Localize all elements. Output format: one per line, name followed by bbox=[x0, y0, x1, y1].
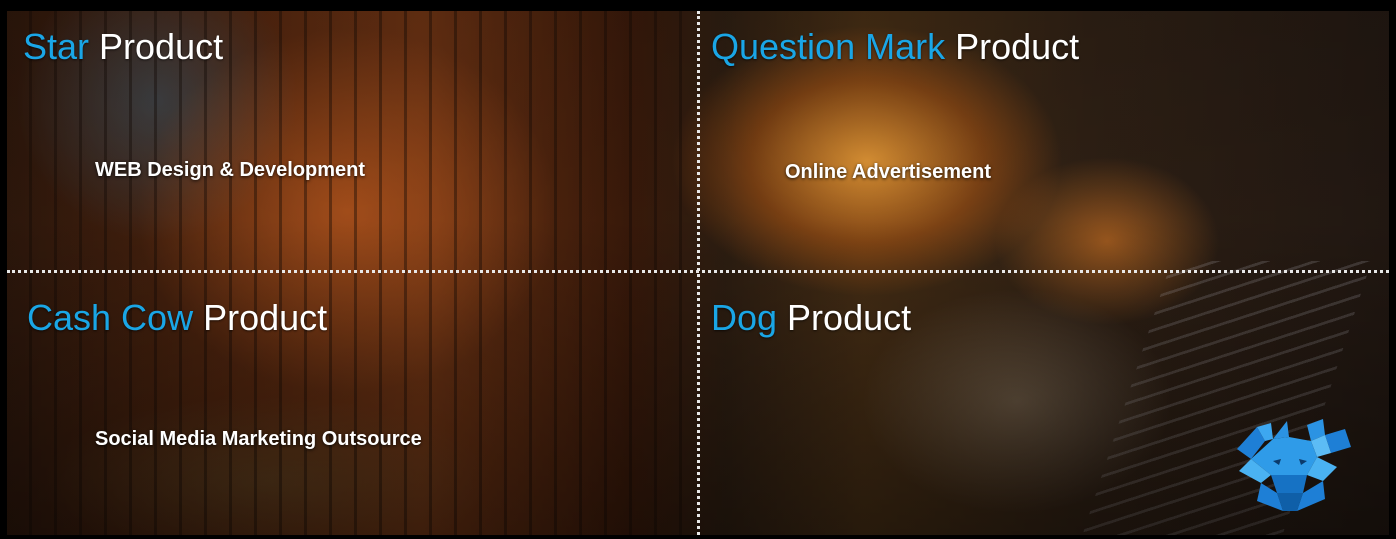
quadrant-cash-cow-title: Cash Cow Product bbox=[27, 298, 327, 338]
quadrant-dog-title: Dog Product bbox=[711, 298, 911, 338]
quadrant-question-mark-item: Online Advertisement bbox=[785, 161, 991, 183]
product-matrix: Star Product WEB Design & Development Qu… bbox=[7, 11, 1389, 535]
quadrant-star-title: Star Product bbox=[23, 27, 223, 67]
quadrant-dog-accent: Dog bbox=[711, 297, 778, 338]
quadrant-cash-cow-suffix: Product bbox=[193, 297, 328, 338]
quadrant-star-item: WEB Design & Development bbox=[95, 159, 366, 181]
quadrant-cash-cow-item: Social Media Marketing Outsource bbox=[95, 428, 422, 450]
quadrant-question-mark-accent: Question Mark bbox=[711, 26, 946, 67]
vertical-divider bbox=[697, 11, 700, 535]
quadrant-star-accent: Star bbox=[23, 26, 90, 67]
moose-logo-icon bbox=[1237, 419, 1351, 511]
quadrant-question-mark-suffix: Product bbox=[945, 26, 1080, 67]
quadrant-dog-suffix: Product bbox=[777, 297, 912, 338]
quadrant-question-mark-title: Question Mark Product bbox=[711, 27, 1079, 67]
quadrant-cash-cow-accent: Cash Cow bbox=[27, 297, 194, 338]
quadrant-star-suffix: Product bbox=[89, 26, 224, 67]
